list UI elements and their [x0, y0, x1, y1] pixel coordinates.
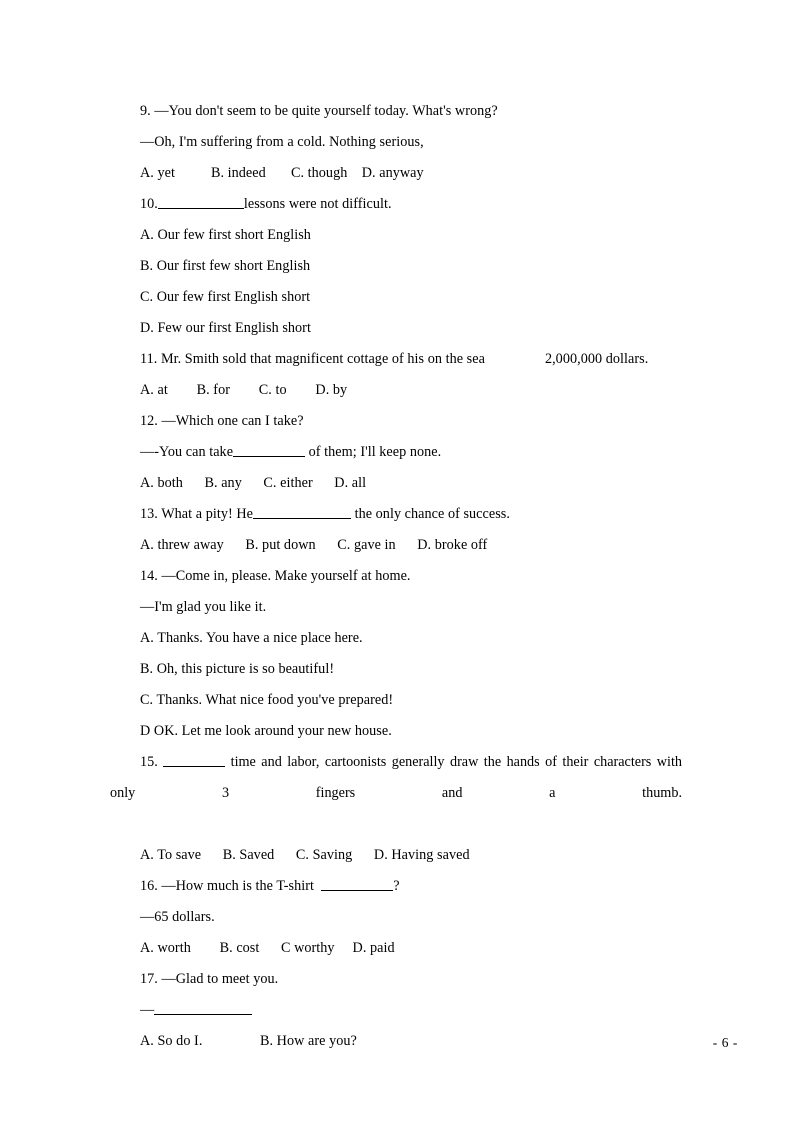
question-9-reply: —Oh, I'm suffering from a cold. Nothing …: [140, 134, 424, 150]
question-15-number: 15.: [140, 754, 158, 770]
question-10-option-b: B. Our first few short English: [140, 258, 311, 274]
question-13-stem: 13. What a pity! He the only chance of s…: [110, 499, 682, 530]
question-10-stem: 10. lessons were not difficult.: [110, 189, 682, 220]
question-15-blank[interactable]: [163, 752, 226, 767]
question-16-stem-head: 16. —How much is the T-shirt: [140, 878, 322, 894]
question-9-options: A. yet B. indeed C. though D. anyway: [140, 165, 424, 181]
question-12-reply-head: —-You can take: [140, 444, 234, 460]
question-14-reply: —I'm glad you like it.: [140, 599, 267, 615]
question-10-option-a: A. Our few first short English: [140, 227, 311, 243]
question-15-options: A. To save B. Saved C. Saving D. Having …: [140, 847, 470, 863]
question-16-stem: 16. —How much is the T-shirt ?: [110, 871, 682, 902]
question-16-options: A. worth B. cost C worthy D. paid: [140, 940, 395, 956]
question-17-reply: —: [110, 995, 682, 1026]
question-14-option-c: C. Thanks. What nice food you've prepare…: [140, 692, 394, 708]
question-10-option-c: C. Our few first English short: [140, 289, 311, 305]
question-13-blank[interactable]: [252, 504, 351, 519]
question-9-stem: 9. —You don't seem to be quite yourself …: [140, 103, 498, 119]
question-14-option-d: D OK. Let me look around your new house.: [140, 723, 392, 739]
question-16-reply: —65 dollars.: [140, 909, 215, 925]
question-list: 9. —You don't seem to be quite yourself …: [110, 96, 682, 1057]
question-16-blank[interactable]: [321, 876, 394, 891]
question-12-reply-tail: of them; I'll keep none.: [305, 444, 442, 460]
question-17-stem: 17. —Glad to meet you.: [140, 971, 279, 987]
question-10-blank[interactable]: [157, 194, 244, 209]
question-14-stem: 14. —Come in, please. Make yourself at h…: [140, 568, 411, 584]
question-17-options: A. So do I. B. How are you?: [140, 1033, 357, 1049]
question-11-stem-tail: 2,000,000 dollars.: [544, 351, 649, 367]
question-10-option-d: D. Few our first English short: [140, 320, 311, 336]
question-12-blank[interactable]: [233, 442, 306, 457]
question-14-option-b: B. Oh, this picture is so beautiful!: [140, 661, 335, 677]
question-10-number: 10.: [140, 196, 158, 212]
question-17-dash: —: [140, 1002, 155, 1018]
question-13-options: A. threw away B. put down C. gave in D. …: [140, 537, 488, 553]
page-number: - 6 -: [712, 1035, 738, 1050]
question-11-stem-head: 11. Mr. Smith sold that magnificent cott…: [140, 351, 485, 367]
question-12-stem: 12. —Which one can I take?: [140, 413, 304, 429]
question-13-stem-tail: the only chance of success.: [350, 506, 510, 522]
question-10-stem-tail: lessons were not difficult.: [243, 196, 392, 212]
question-12-options: A. both B. any C. either D. all: [140, 475, 367, 491]
question-17-blank[interactable]: [154, 1000, 253, 1015]
exam-page: 9. —You don't seem to be quite yourself …: [0, 0, 794, 1123]
question-15-stem: 15. time and labor, cartoonists generall…: [110, 747, 682, 840]
question-12-reply: —-You can take of them; I'll keep none.: [110, 437, 682, 468]
question-11-options: A. at B. for C. to D. by: [140, 382, 348, 398]
question-16-stem-tail: ?: [393, 878, 400, 894]
question-11-stem: 11. Mr. Smith sold that magnificent cott…: [110, 344, 682, 375]
question-13-stem-head: 13. What a pity! He: [140, 506, 253, 522]
question-14-option-a: A. Thanks. You have a nice place here.: [140, 630, 363, 646]
